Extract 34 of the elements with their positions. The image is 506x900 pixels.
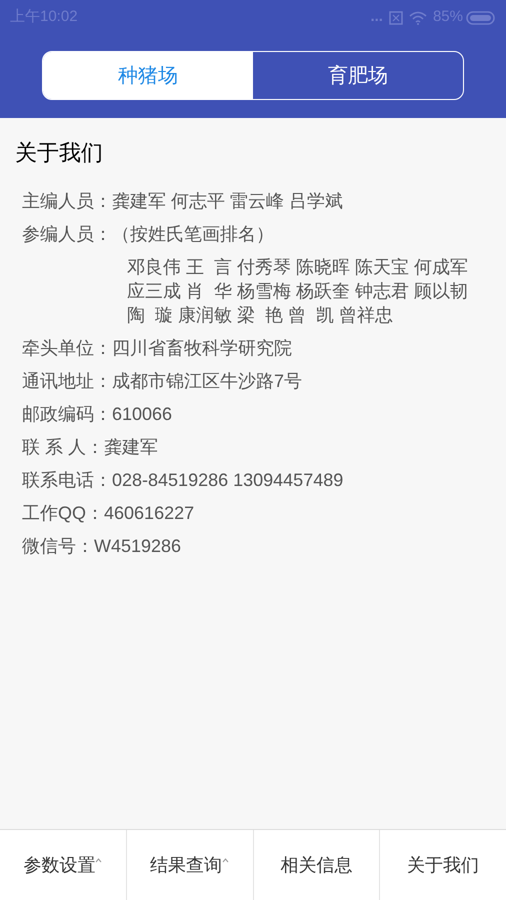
info-label: 联系电话：: [22, 469, 112, 492]
info-value: 成都市锦江区牛沙路7号: [112, 370, 302, 393]
info-value: 龚建军 何志平 雷云峰 吕学斌: [112, 190, 344, 213]
nav-tab[interactable]: 参数设置: [0, 830, 126, 900]
page-title: 关于我们: [15, 139, 103, 167]
info-value: 龚建军: [104, 436, 158, 459]
contributor-names: 应三成 肖 华 杨雪梅 杨跃奎 钟志君 顾以韧: [127, 280, 468, 303]
contributor-names: 邓良伟 王 言 付秀琴 陈晓晖 陈天宝 何成军: [127, 256, 468, 279]
battery-icon: [466, 10, 496, 24]
info-label: 微信号：: [22, 535, 94, 558]
nav-tab[interactable]: 关于我们: [379, 830, 506, 900]
info-value: 610066: [112, 403, 172, 426]
tab[interactable]: 种猪场: [43, 52, 253, 99]
tab[interactable]: 育肥场: [253, 52, 463, 99]
info-label: 牵头单位：: [22, 337, 112, 360]
status-dots: ...: [370, 7, 383, 28]
nav-tab[interactable]: 结果查询: [126, 830, 252, 900]
sim-icon: [388, 10, 403, 24]
caret-up-icon: [222, 858, 230, 862]
info-value: 四川省畜牧科学研究院: [112, 337, 292, 360]
info-label: 工作QQ：: [22, 502, 104, 525]
info-label: 通讯地址：: [22, 370, 112, 393]
nav-tab[interactable]: 相关信息: [252, 830, 380, 900]
caret-up-icon: [95, 858, 102, 862]
info-label: 主编人员：: [22, 190, 112, 213]
info-value: 028-84519286 13094457489: [112, 469, 344, 492]
info-label: 参编人员：: [22, 223, 112, 246]
info-label: 邮政编码：: [22, 403, 112, 426]
info-value: 460616227: [104, 502, 194, 525]
info-label: 联 系 人：: [22, 436, 104, 459]
info-value: （按姓氏笔画排名）: [112, 223, 274, 246]
wifi-icon: [408, 10, 427, 24]
info-value: W4519286: [94, 535, 182, 558]
contributor-names: 陶 璇 康润敏 梁 艳 曾 凯 曾祥忠: [127, 304, 394, 327]
